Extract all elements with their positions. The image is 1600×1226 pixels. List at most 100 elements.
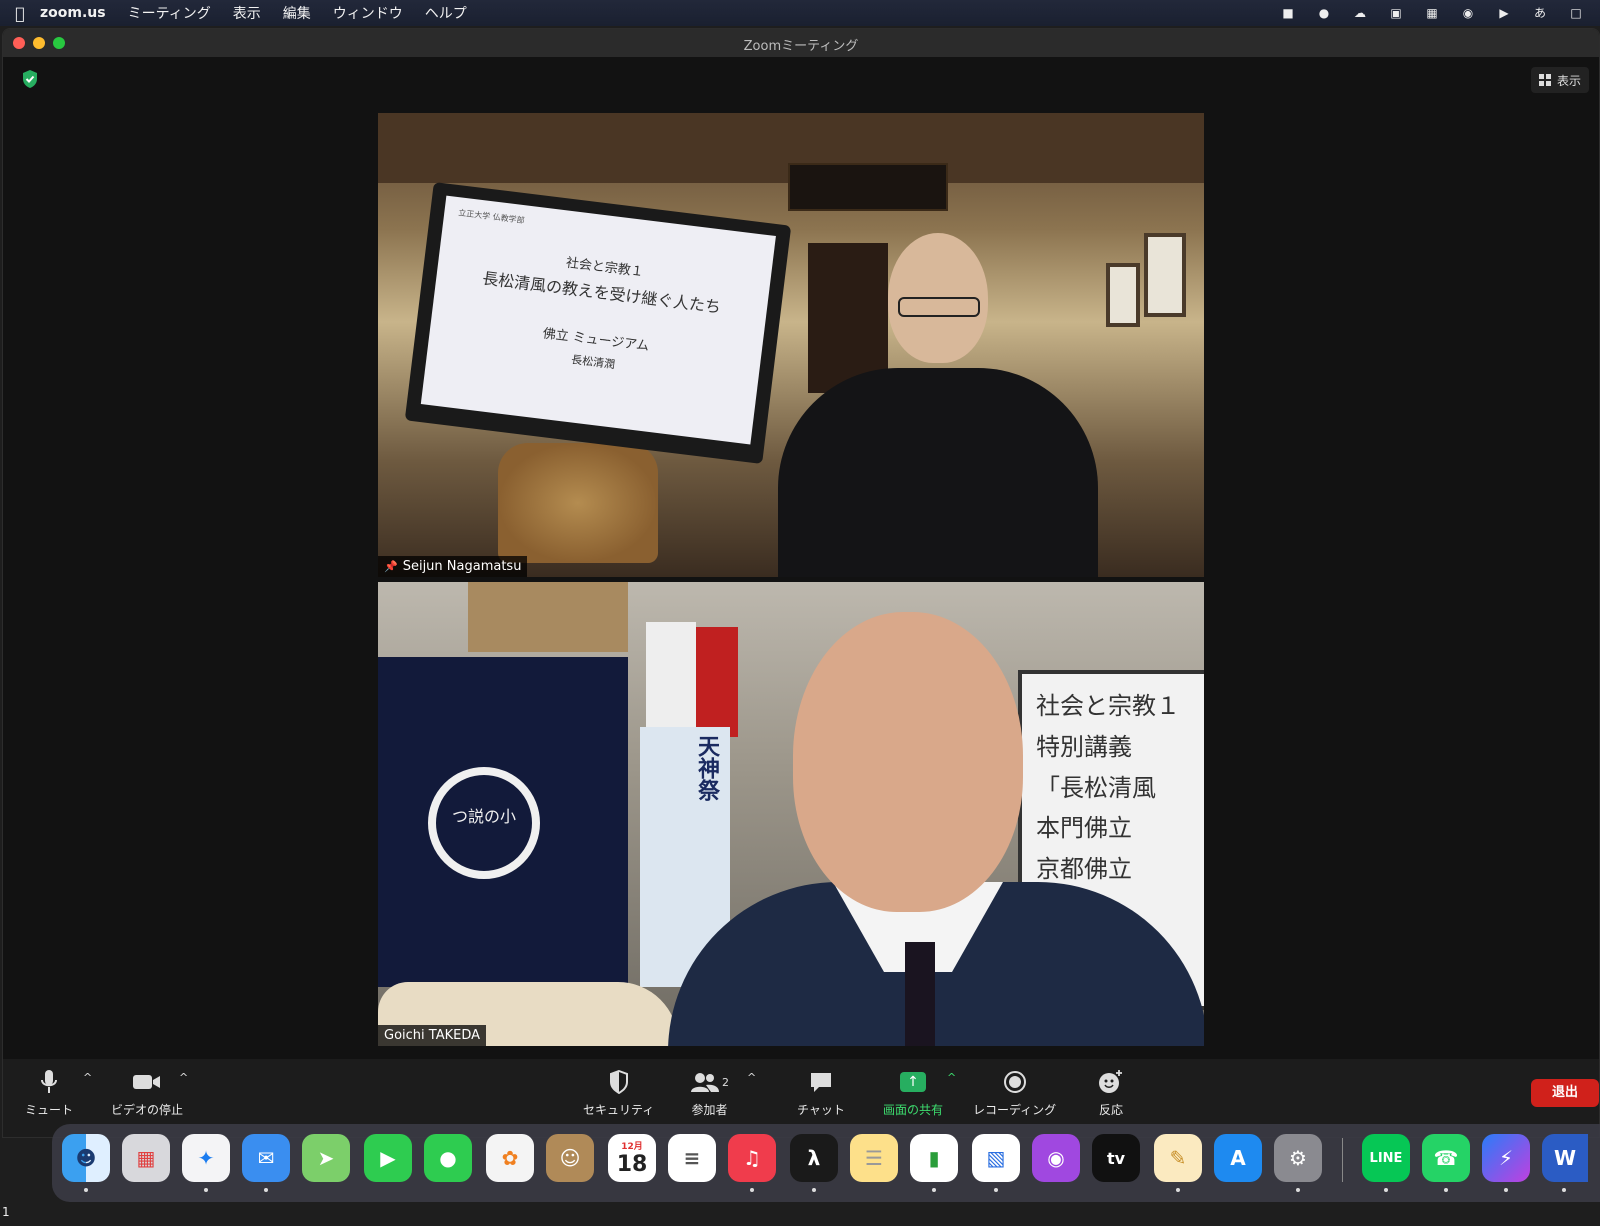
grid-icon (1538, 74, 1551, 86)
shelf (468, 582, 628, 652)
tv-label: tv (1106, 1148, 1126, 1168)
word-icon[interactable]: W (1542, 1134, 1588, 1182)
banner-emblem: つ説の小 (428, 767, 540, 879)
video-tile-goichi[interactable]: つ説の小 天神祭 社会と宗教１ 特別講義 「長松清風 本門佛立 京都佛立 Goi… (378, 582, 1204, 1046)
pages-icon[interactable]: ✎ (1154, 1134, 1202, 1182)
keynote-icon[interactable]: ▧ (972, 1134, 1020, 1182)
encryption-shield-icon[interactable] (21, 69, 39, 89)
mail-icon[interactable]: ✉ (242, 1134, 290, 1182)
title-bar: Zoomミーティング (3, 29, 1599, 57)
participants-count: 2 (722, 1075, 729, 1089)
video-options-caret-icon[interactable]: ^ (179, 1071, 188, 1084)
record-button[interactable]: レコーディング (973, 1067, 1056, 1118)
participant-head (793, 612, 1023, 912)
video-camera-icon (132, 1067, 162, 1097)
messenger-icon[interactable]: ⚡ (1482, 1134, 1530, 1182)
audio-options-caret-icon[interactable]: ^ (83, 1071, 92, 1084)
launchpad-icon[interactable]: ▦ (122, 1134, 170, 1182)
numbers-icon[interactable]: ▮ (910, 1134, 958, 1182)
participant-name-tag: Goichi TAKEDA (378, 1025, 487, 1046)
smiley-icon (1098, 1067, 1124, 1097)
screen-corner-number: 1 (2, 1205, 10, 1219)
share-screen-button[interactable]: ↑ 画面の共有 (883, 1067, 943, 1118)
app-menu[interactable]: zoom.us (40, 5, 106, 21)
messages-icon[interactable]: ● (424, 1134, 472, 1182)
menu-meeting[interactable]: ミーティング (128, 3, 211, 23)
video-tile-seijun[interactable]: 立正大学 仏教学部 社会と宗教１ 長松清風の教えを受け継ぐ人たち 佛立 ミュージ… (378, 113, 1204, 577)
input-method-icon[interactable]: あ (1530, 5, 1550, 21)
vpn-status-icon[interactable]: ◉ (1458, 5, 1478, 21)
window-title: Zoomミーティング (743, 39, 859, 54)
chat-button[interactable]: チャット (797, 1067, 845, 1118)
chat-label: チャット (797, 1103, 845, 1117)
zoom-status-icon[interactable]: ■ (1278, 5, 1298, 21)
menubar:  zoom.us ミーティング 表示 編集 ウィンドウ ヘルプ ■ ● ☁ ▣… (0, 0, 1600, 26)
word-label: W (1553, 1146, 1577, 1170)
app-store-icon[interactable]: A (1214, 1134, 1262, 1182)
share-screen-icon: ↑ (900, 1067, 926, 1097)
whatsapp-icon[interactable]: ☎ (1422, 1134, 1470, 1182)
calligraphy-plaque (788, 163, 948, 211)
podcasts-icon[interactable]: ◉ (1032, 1134, 1080, 1182)
paper-bag (696, 627, 738, 737)
stop-video-button[interactable]: ビデオの停止 (111, 1067, 183, 1118)
maps-icon[interactable]: ➤ (302, 1134, 350, 1182)
pin-icon: 📌 (384, 560, 398, 573)
apple-tv-icon[interactable]: tv (1092, 1134, 1140, 1182)
mute-label: ミュート (25, 1103, 74, 1117)
menu-help[interactable]: ヘルプ (425, 3, 467, 23)
glasses (898, 297, 980, 317)
picture-frame (1144, 233, 1186, 317)
screen-share-status-icon[interactable]: ▣ (1386, 5, 1406, 21)
facetime-icon[interactable]: ▶ (364, 1134, 412, 1182)
reminders-icon[interactable]: ≡ (668, 1134, 716, 1182)
dock: ☻ ▦ ✦ ✉ ➤ ▶ ● ✿ ☺ 12月 18 ≡ ♫ λ ☰ ▮ ▧ ◉ t… (52, 1124, 1600, 1202)
participants-options-caret-icon[interactable]: ^ (747, 1071, 756, 1084)
word-status-icon[interactable]: □ (1566, 5, 1586, 21)
leave-meeting-button[interactable]: 退出 (1531, 1079, 1599, 1107)
share-options-caret-icon[interactable]: ^ (947, 1071, 956, 1084)
security-button[interactable]: セキュリティ (583, 1067, 654, 1118)
photos-icon[interactable]: ✿ (486, 1134, 534, 1182)
view-button[interactable]: 表示 (1530, 67, 1589, 93)
line-icon[interactable]: LINE (1362, 1134, 1410, 1182)
zoom-window: Zoomミーティング 表示 立正大学 仏教学部 社会と宗教１ 長松清風の教えを受… (2, 28, 1600, 1138)
reactions-label: 反応 (1098, 1103, 1123, 1117)
stop-video-label: ビデオの停止 (111, 1103, 184, 1117)
calendar-month: 12月 (621, 1142, 643, 1152)
participant-name: Seijun Nagamatsu (402, 559, 522, 574)
necktie (905, 942, 935, 1046)
status-area: ■ ● ☁ ▣ ▦ ◉ ▶ あ □ (1278, 0, 1586, 26)
whiteboard-line: 特別講義 (1036, 732, 1132, 761)
system-preferences-icon[interactable]: ⚙ (1274, 1134, 1322, 1182)
participants-icon: 2 (690, 1067, 729, 1097)
record-label: レコーディング (973, 1103, 1057, 1117)
share-screen-label: 画面の共有 (883, 1103, 944, 1117)
line-status-icon[interactable]: ● (1314, 5, 1334, 21)
creative-cloud-icon[interactable]: ☁ (1350, 5, 1370, 21)
participants-label: 参加者 (691, 1103, 728, 1117)
apple-menu-icon[interactable]:  (0, 4, 40, 23)
record-icon (1003, 1067, 1027, 1097)
whiteboard-line: 本門佛立 (1036, 814, 1132, 843)
play-status-icon[interactable]: ▶ (1494, 5, 1514, 21)
noren-banner: つ説の小 (378, 657, 628, 987)
paper-bag (646, 622, 696, 732)
view-button-label: 表示 (1556, 73, 1581, 88)
finder-icon[interactable]: ☻ (62, 1134, 110, 1182)
line-label: LINE (1369, 1150, 1403, 1166)
menu-view[interactable]: 表示 (233, 3, 261, 23)
calendar-icon[interactable]: 12月 18 (608, 1134, 656, 1182)
notification-status-icon[interactable]: ▦ (1422, 5, 1442, 21)
menu-edit[interactable]: 編集 (283, 3, 311, 23)
banner-text: つ説の小 (451, 807, 516, 826)
notes-icon[interactable]: ☰ (850, 1134, 898, 1182)
mute-button[interactable]: ミュート (25, 1067, 73, 1118)
reactions-button[interactable]: 反応 (1098, 1067, 1124, 1118)
contacts-icon[interactable]: ☺ (546, 1134, 594, 1182)
participants-button[interactable]: 2 参加者 (690, 1067, 729, 1118)
acrobat-icon[interactable]: λ (790, 1134, 838, 1182)
music-icon[interactable]: ♫ (728, 1134, 776, 1182)
menu-window[interactable]: ウィンドウ (333, 3, 403, 23)
safari-icon[interactable]: ✦ (182, 1134, 230, 1182)
